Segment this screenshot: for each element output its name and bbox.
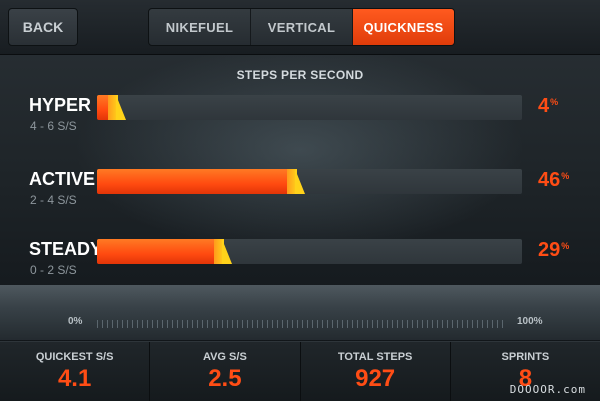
stat-label: TOTAL STEPS [337, 351, 413, 363]
stat-quickest: QUICKEST S/S 4.1 [0, 342, 151, 401]
row-label: ACTIVE [29, 169, 96, 189]
row-active: ACTIVE 2 - 4 S/S 46% [0, 169, 600, 229]
stat-total-steps: TOTAL STEPS 927 [301, 342, 451, 401]
stat-label: SPRINTS [501, 351, 550, 363]
percent-value: 46% [538, 169, 570, 191]
row-range: 0 - 2 S/S [30, 263, 77, 277]
progress-fill [97, 95, 126, 120]
stat-value: 927 [355, 365, 396, 392]
section-title: STEPS PER SECOND [236, 68, 364, 82]
row-range: 4 - 6 S/S [30, 119, 77, 133]
metric-tabs: NIKEFUEL VERTICAL QUICKNESS [148, 8, 455, 46]
row-steady: STEADY 0 - 2 S/S 29% [0, 239, 600, 299]
progress-track [97, 95, 522, 120]
back-button[interactable]: BACK [8, 8, 78, 46]
percent-value: 4% [538, 95, 559, 117]
progress-track [97, 169, 522, 194]
progress-track [97, 239, 522, 264]
progress-fill [97, 169, 304, 194]
tab-nikefuel[interactable]: NIKEFUEL [149, 9, 251, 45]
percent-value: 29% [538, 239, 570, 261]
scale-min-label: 0% [68, 316, 83, 327]
tab-quickness[interactable]: QUICKNESS [353, 9, 454, 45]
stat-value: 4.1 [57, 365, 92, 392]
scale-max-label: 100% [517, 316, 543, 327]
scale-ruler [97, 320, 507, 328]
top-bar: BACK NIKEFUEL VERTICAL QUICKNESS [0, 0, 600, 55]
row-hyper: HYPER 4 - 6 S/S 4% [0, 95, 600, 155]
stat-label: QUICKEST S/S [35, 351, 114, 363]
stat-label: AVG S/S [202, 351, 247, 363]
watermark: DOOOOR.com [509, 383, 586, 396]
stat-value: 2.5 [208, 365, 242, 392]
tab-vertical[interactable]: VERTICAL [251, 9, 353, 45]
row-label: STEADY [29, 239, 103, 259]
progress-fill [97, 239, 233, 264]
row-range: 2 - 4 S/S [30, 193, 77, 207]
stat-average: AVG S/S 2.5 [150, 342, 301, 401]
row-label: HYPER [29, 95, 92, 115]
